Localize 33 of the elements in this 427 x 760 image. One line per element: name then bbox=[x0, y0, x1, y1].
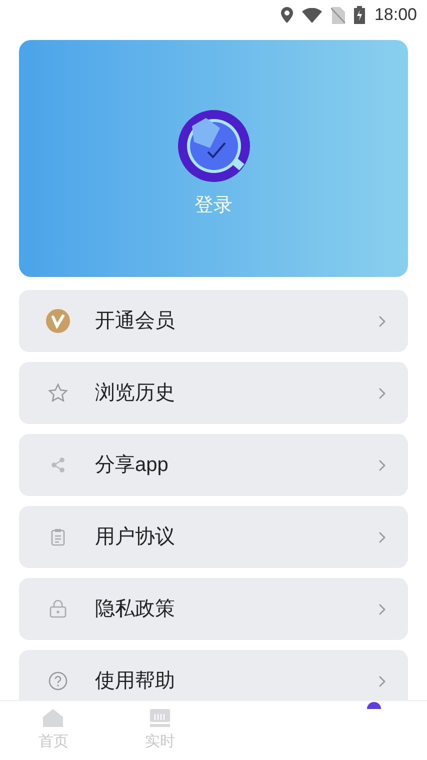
help-icon bbox=[48, 671, 68, 691]
chevron-right-icon bbox=[378, 674, 386, 688]
profile-icon bbox=[366, 701, 381, 709]
v-badge-icon bbox=[46, 309, 70, 333]
status-time: 18:00 bbox=[374, 4, 417, 26]
menu-item[interactable]: 分享app bbox=[19, 434, 408, 496]
no-sim-icon bbox=[331, 6, 346, 24]
menu-item[interactable]: 使用帮助 bbox=[19, 650, 408, 700]
clipboard-icon bbox=[51, 528, 65, 546]
home-icon bbox=[43, 709, 64, 727]
menu-label: 浏览历史 bbox=[95, 381, 176, 406]
menu-label: 开通会员 bbox=[95, 309, 176, 334]
avatar-icon[interactable] bbox=[178, 110, 250, 182]
battery-icon bbox=[354, 6, 366, 24]
chevron-right-icon bbox=[378, 314, 386, 328]
share-icon bbox=[50, 457, 66, 473]
chevron-right-icon bbox=[378, 530, 386, 544]
chart-icon bbox=[150, 709, 170, 727]
menu-label: 使用帮助 bbox=[95, 669, 176, 694]
chevron-right-icon bbox=[378, 386, 386, 400]
menu-item[interactable]: 隐私政策 bbox=[19, 578, 408, 640]
menu-item[interactable]: 用户协议 bbox=[19, 506, 408, 568]
menu-label: 隐私政策 bbox=[95, 597, 176, 622]
chevron-right-icon bbox=[378, 458, 386, 472]
menu-label: 分享app bbox=[95, 453, 170, 478]
wifi-icon bbox=[302, 8, 322, 22]
star-icon bbox=[48, 383, 68, 403]
chevron-right-icon bbox=[378, 602, 386, 616]
menu-label: 用户协议 bbox=[95, 525, 176, 550]
menu-item[interactable]: 浏览历史 bbox=[19, 362, 408, 424]
menu-item[interactable]: 开通会员 bbox=[19, 290, 408, 352]
location-icon bbox=[281, 7, 294, 23]
lock-icon bbox=[49, 600, 67, 618]
